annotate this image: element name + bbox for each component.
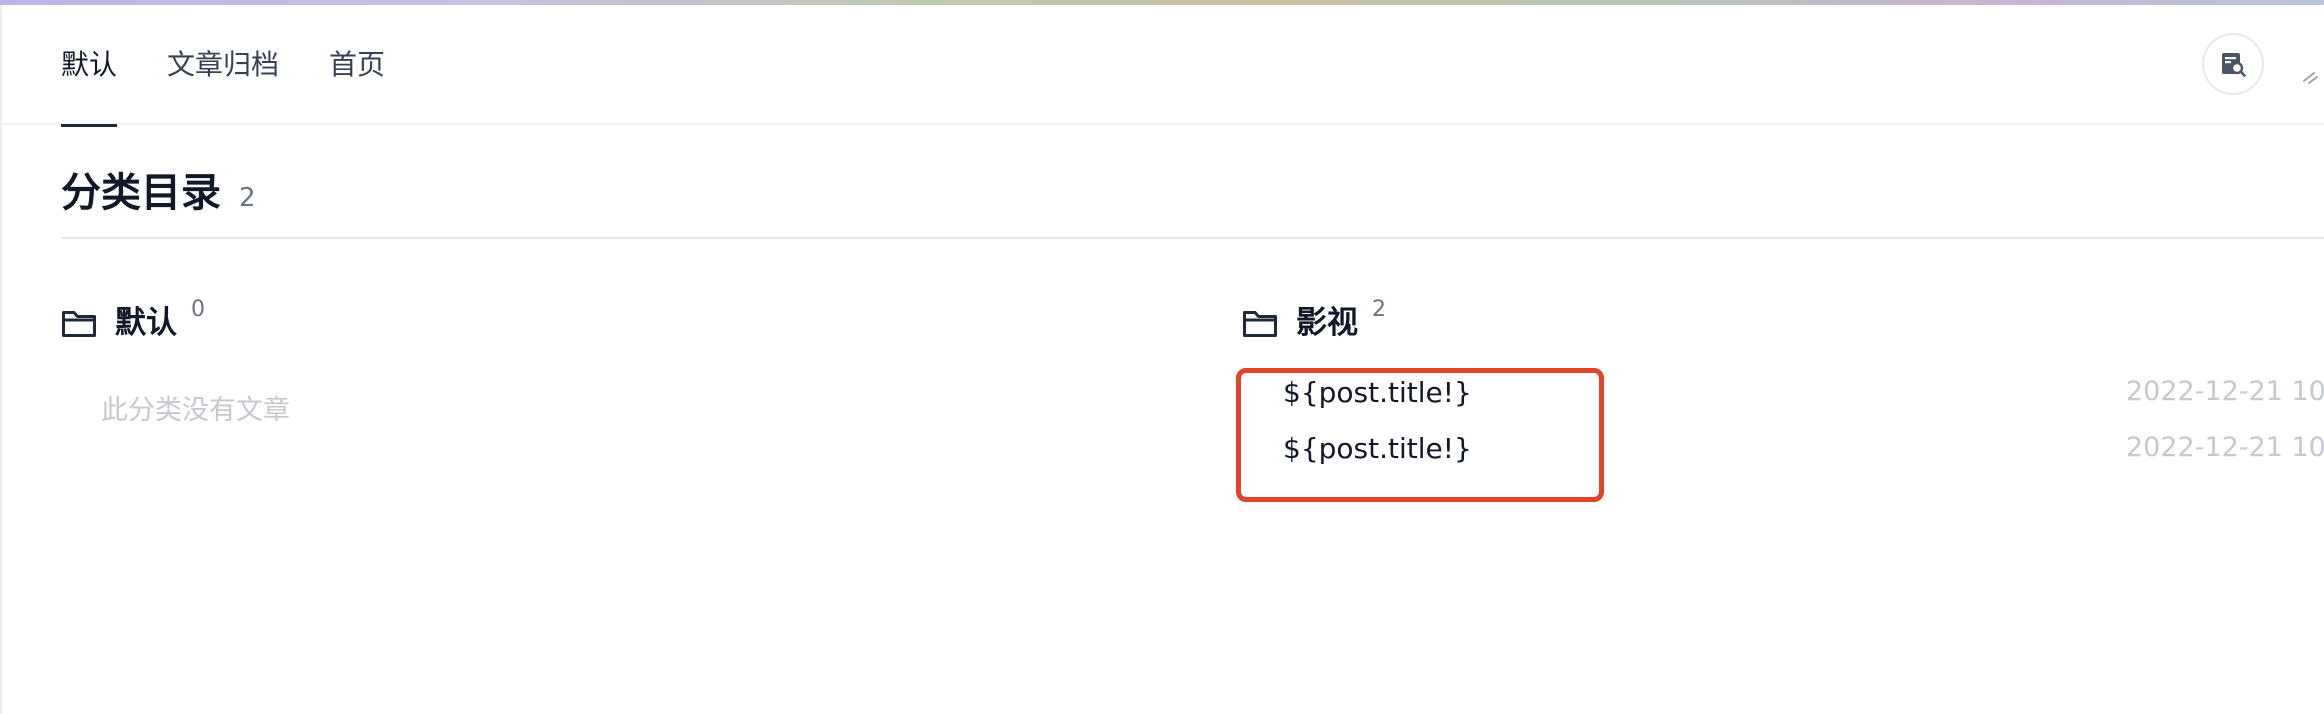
category-header[interactable]: 影视 2 xyxy=(1242,296,2324,348)
nav-tab-archive[interactable]: 文章归档 xyxy=(167,5,279,125)
title-divider xyxy=(61,237,2324,239)
extra-icon-button[interactable] xyxy=(2300,61,2324,91)
empty-category-message: 此分类没有文章 xyxy=(101,395,290,426)
category-post-count: 0 xyxy=(191,297,205,322)
post-list: ${post.title!} 2022-12-21 10: ${post.tit… xyxy=(1242,368,2324,480)
nav-tab-home[interactable]: 首页 xyxy=(329,5,385,125)
list-item[interactable]: ${post.title!} 2022-12-21 10: xyxy=(1242,424,2324,480)
top-navigation-bar: 默认 文章归档 首页 xyxy=(0,5,2324,127)
category-default: 默认 0 此分类没有文章 xyxy=(61,296,1211,426)
search-doc-icon xyxy=(2222,53,2246,77)
post-title-link[interactable]: ${post.title!} xyxy=(1283,376,1472,409)
category-name: 默认 xyxy=(115,305,177,341)
category-film: 影视 2 ${post.title!} 2022-12-21 10: ${pos… xyxy=(1242,296,2324,465)
post-date: 2022-12-21 10: xyxy=(2126,432,2324,463)
category-header[interactable]: 默认 0 xyxy=(61,296,1211,348)
nav-tab-default[interactable]: 默认 xyxy=(61,5,118,127)
partial-icon xyxy=(2303,72,2318,84)
category-name: 影视 xyxy=(1296,305,1358,341)
search-button[interactable] xyxy=(2202,33,2264,95)
list-item[interactable]: ${post.title!} 2022-12-21 10: xyxy=(1242,368,2324,424)
page-title-row: 分类目录 2 xyxy=(61,160,256,218)
folder-icon xyxy=(1243,311,1277,337)
main-nav: 默认 文章归档 首页 xyxy=(61,5,435,127)
post-title-link[interactable]: ${post.title!} xyxy=(1283,432,1472,465)
page-title: 分类目录 xyxy=(61,170,221,216)
category-post-count: 2 xyxy=(1372,297,1386,322)
category-total-count: 2 xyxy=(239,183,256,213)
folder-icon xyxy=(62,311,96,337)
post-date: 2022-12-21 10: xyxy=(2126,376,2324,407)
